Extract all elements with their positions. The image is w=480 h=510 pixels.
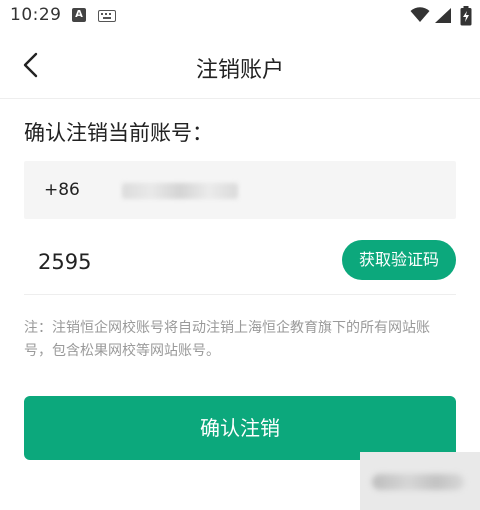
verification-code-row: 获取验证码: [24, 232, 456, 295]
verification-code-input[interactable]: [38, 247, 318, 277]
status-bar: 10:29 A: [0, 0, 480, 32]
status-time: 10:29: [10, 5, 62, 25]
section-heading: 确认注销当前账号：: [24, 121, 213, 145]
app-header: 注销账户: [0, 32, 480, 99]
watermark-smudge: [372, 474, 464, 490]
page-title: 注销账户: [195, 58, 284, 83]
signal-icon: [435, 8, 451, 23]
wifi-icon: [410, 7, 430, 22]
accessibility-a-icon: A: [72, 8, 86, 22]
battery-charging-icon: [460, 6, 472, 26]
country-code: +86: [44, 180, 80, 200]
keyboard-icon: [98, 10, 116, 22]
phone-field: +86: [24, 161, 456, 219]
confirm-cancel-button[interactable]: 确认注销: [24, 396, 456, 460]
cancellation-note: 注：注销恒企网校账号将自动注销上海恒企教育旗下的所有网站账号，包含松果网校等网站…: [24, 320, 430, 359]
get-code-button[interactable]: 获取验证码: [342, 240, 456, 280]
phone-number-masked: [122, 183, 238, 199]
